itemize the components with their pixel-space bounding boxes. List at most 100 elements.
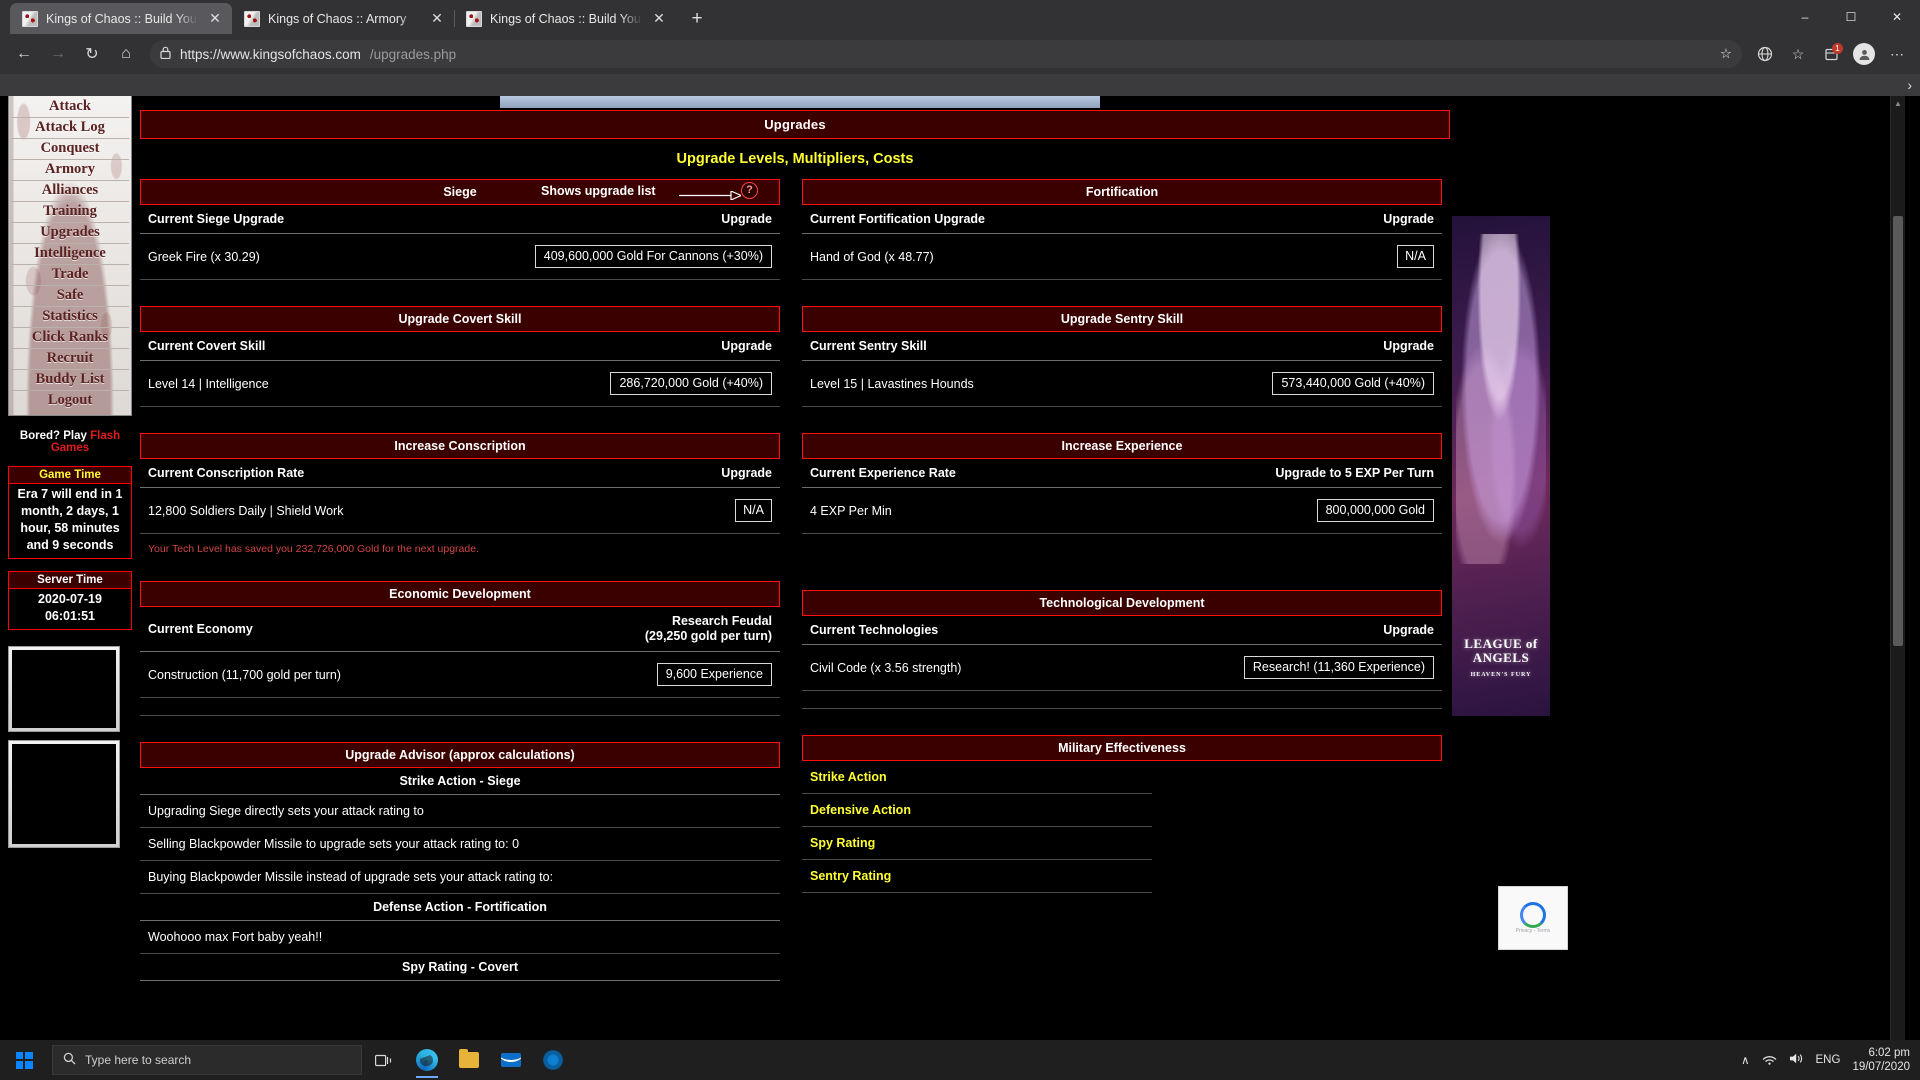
browser-tab-2[interactable]: Kings of Chaos :: Armory ✕ <box>232 3 454 34</box>
browser-tab-3[interactable]: Kings of Chaos :: Build Your Army ✕ <box>454 3 676 34</box>
page-scrollbar[interactable]: ▲ <box>1890 96 1905 1040</box>
technological-spacer <box>802 691 1442 709</box>
experience-upgrade-button[interactable]: 800,000,000 Gold <box>1316 499 1434 522</box>
military-row-defensive: Defensive Action <box>802 794 1152 827</box>
sidebar-item-logout[interactable]: Logout <box>11 391 129 411</box>
mail-icon <box>501 1053 521 1067</box>
volume-icon[interactable] <box>1789 1052 1804 1068</box>
sentry-upgrade-button[interactable]: 573,440,000 Gold (+40%) <box>1272 372 1434 395</box>
panel-technological: Technological Development Current Techno… <box>802 590 1442 709</box>
siege-upgrade-button[interactable]: 409,600,000 Gold For Cannons (+30%) <box>534 245 772 268</box>
panels-grid: Siege Shows upgrade list ? Current Siege… <box>140 179 1450 1007</box>
sidebar-ad-bottom[interactable] <box>8 740 120 848</box>
sidebar-item-upgrades[interactable]: Upgrades <box>11 223 129 244</box>
panel-fortification: Fortification Current Fortification Upgr… <box>802 179 1442 280</box>
experience-current-value: 4 EXP Per Min <box>810 503 892 518</box>
language-indicator[interactable]: ENG <box>1816 1054 1841 1066</box>
siege-col-left: Current Siege Upgrade <box>148 212 285 226</box>
home-icon[interactable]: ⌂ <box>110 38 142 70</box>
advisor-section-title-spy: Spy Rating - Covert <box>140 954 780 981</box>
tab-title: Kings of Chaos :: Build Your Army <box>490 11 642 26</box>
avatar <box>1853 43 1875 65</box>
conscription-current-value: 12,800 Soldiers Daily | Shield Work <box>148 503 344 518</box>
forward-icon[interactable]: → <box>42 38 74 70</box>
scrollbar-thumb[interactable] <box>1893 216 1903 646</box>
network-icon[interactable] <box>1762 1053 1777 1068</box>
ad-subtitle-text: HEAVEN'S FURY <box>1470 672 1532 678</box>
taskbar-app-mail[interactable] <box>490 1040 532 1080</box>
collections-icon[interactable]: 1 <box>1816 39 1846 69</box>
bookmark-star-icon[interactable]: ☆ <box>1720 46 1732 62</box>
panel-fortification-heading: Fortification <box>802 179 1442 205</box>
window-controls: – ☐ ✕ <box>1782 0 1920 34</box>
panel-technological-heading: Technological Development <box>802 590 1442 616</box>
sidebar-item-conquest[interactable]: Conquest <box>11 139 129 160</box>
favorites-icon[interactable]: ☆ <box>1783 39 1813 69</box>
profile-avatar[interactable] <box>1849 39 1879 69</box>
close-icon[interactable]: ✕ <box>650 10 668 28</box>
reload-icon[interactable]: ↻ <box>76 38 108 70</box>
scroll-up-icon[interactable]: ▲ <box>1891 96 1905 111</box>
arrow-icon <box>679 189 743 201</box>
economic-current-value: Construction (11,700 gold per turn) <box>148 667 341 682</box>
fortification-upgrade-button[interactable]: N/A <box>1397 245 1434 268</box>
covert-current-value: Level 14 | Intelligence <box>148 376 269 391</box>
start-button[interactable] <box>0 1040 48 1080</box>
taskbar-app-edge[interactable] <box>406 1040 448 1080</box>
close-icon[interactable]: ✕ <box>206 10 224 28</box>
covert-upgrade-button[interactable]: 286,720,000 Gold (+40%) <box>610 372 772 395</box>
conscription-upgrade-button[interactable]: N/A <box>735 499 772 522</box>
recaptcha-terms[interactable]: Terms <box>1537 928 1551 934</box>
back-icon[interactable]: ← <box>8 38 40 70</box>
sidebar-item-buddy-list[interactable]: Buddy List <box>11 370 129 391</box>
economic-column-headers: Current Economy Research Feudal (29,250 … <box>140 607 780 652</box>
tab-strip: Kings of Chaos :: Build Your Army ✕ King… <box>0 0 1920 34</box>
panel-military-effectiveness: Military Effectiveness Strike Action Def… <box>802 735 1442 893</box>
recaptcha-privacy[interactable]: Privacy <box>1516 928 1532 934</box>
taskbar-search[interactable]: Type here to search <box>52 1045 362 1075</box>
technological-research-button[interactable]: Research! (11,360 Experience) <box>1243 656 1434 679</box>
globe-icon[interactable] <box>1750 39 1780 69</box>
new-tab-button[interactable]: + <box>682 4 712 34</box>
ad-artwork <box>1456 234 1546 564</box>
chevron-right-icon[interactable]: › <box>1907 77 1912 93</box>
economic-upgrade-button[interactable]: 9,600 Experience <box>656 663 772 686</box>
browser-tab-1[interactable]: Kings of Chaos :: Build Your Army ✕ <box>10 3 232 34</box>
maximize-button[interactable]: ☐ <box>1828 0 1874 34</box>
recaptcha-badge[interactable]: Privacy - Terms <box>1498 886 1568 950</box>
server-time-box: Server Time 2020-07-19 06:01:51 <box>8 571 132 630</box>
address-bar[interactable]: https://www.kingsofchaos.com/upgrades.ph… <box>150 40 1742 68</box>
window-close-button[interactable]: ✕ <box>1874 0 1920 34</box>
help-icon[interactable]: ? <box>741 182 758 199</box>
sidebar-item-trade[interactable]: Trade <box>11 265 129 286</box>
settings-more-icon[interactable]: ⋯ <box>1882 39 1912 69</box>
minimize-button[interactable]: – <box>1782 0 1828 34</box>
taskbar-app-browser-alt[interactable] <box>532 1040 574 1080</box>
sidebar-item-armory[interactable]: Armory <box>11 160 129 181</box>
sidebar-item-intelligence[interactable]: Intelligence <box>11 244 129 265</box>
task-view-icon[interactable] <box>362 1040 406 1080</box>
sidebar-item-alliances[interactable]: Alliances <box>11 181 129 202</box>
taskbar-app-file-explorer[interactable] <box>448 1040 490 1080</box>
sidebar-item-safe[interactable]: Safe <box>11 286 129 307</box>
tray-chevron-icon[interactable]: ∧ <box>1741 1053 1749 1067</box>
sidebar-item-training[interactable]: Training <box>11 202 129 223</box>
experience-data-row: 4 EXP Per Min 800,000,000 Gold <box>802 488 1442 534</box>
sentry-data-row: Level 15 | Lavastines Hounds 573,440,000… <box>802 361 1442 407</box>
taskbar-clock[interactable]: 6:02 pm 19/07/2020 <box>1852 1046 1910 1074</box>
panel-sentry: Upgrade Sentry Skill Current Sentry Skil… <box>802 306 1442 407</box>
favicon-icon <box>244 10 260 27</box>
close-icon[interactable]: ✕ <box>428 10 446 28</box>
technological-column-headers: Current Technologies Upgrade <box>802 616 1442 645</box>
sidebar-item-attack[interactable]: Attack <box>11 97 129 118</box>
league-of-angels-ad[interactable]: LEAGUE of ANGELS HEAVEN'S FURY <box>1452 216 1550 716</box>
sidebar-ad-top[interactable] <box>8 646 120 732</box>
advisor-row: Upgrading Siege directly sets your attac… <box>140 795 780 828</box>
url-path: /upgrades.php <box>369 46 457 62</box>
conscription-data-row: 12,800 Soldiers Daily | Shield Work N/A <box>140 488 780 534</box>
sidebar-item-recruit[interactable]: Recruit <box>11 349 129 370</box>
sidebar-item-attack-log[interactable]: Attack Log <box>11 118 129 139</box>
sidebar-item-click-ranks[interactable]: Click Ranks <box>11 328 129 349</box>
sidebar-item-statistics[interactable]: Statistics <box>11 307 129 328</box>
economic-data-row: Construction (11,700 gold per turn) 9,60… <box>140 652 780 698</box>
